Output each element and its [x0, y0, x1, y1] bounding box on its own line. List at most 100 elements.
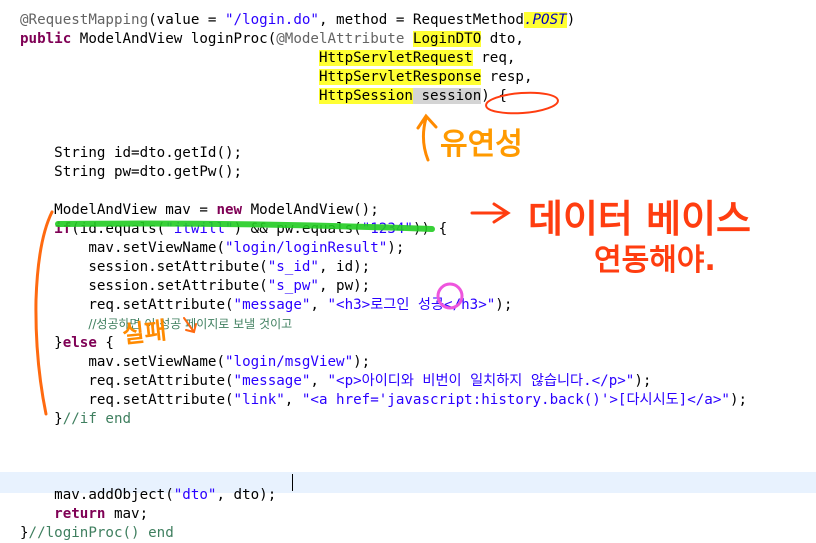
code-token: mav.setViewName( [20, 240, 225, 256]
text-cursor [292, 474, 293, 491]
code-line[interactable]: session.setAttribute("s_id", id); [20, 258, 370, 277]
code-token: "link" [233, 392, 285, 408]
code-token: "<h3>로그인 성공</h3>" [327, 297, 496, 313]
code-token: mav; [105, 506, 149, 522]
code-line[interactable]: if(id.equals("itwill") && pw.equals("123… [20, 220, 447, 239]
code-token: "message" [233, 297, 311, 313]
code-token: ) [566, 12, 576, 28]
code-token: , method = RequestMethod [318, 12, 524, 28]
code-token: , [310, 297, 328, 313]
code-token: } [20, 525, 29, 541]
code-token: } [20, 335, 63, 351]
code-line[interactable]: req.setAttribute("message", "<p>아이디와 비번이… [20, 372, 651, 391]
code-token: session.setAttribute( [20, 259, 268, 275]
code-token: dto, [481, 31, 524, 47]
code-token: //성공하면 이 성공 페이지로 보낼 것이고 [88, 317, 293, 331]
code-token: , [310, 373, 328, 389]
code-token: "s_pw" [267, 278, 319, 294]
code-token: , dto); [216, 487, 277, 503]
code-line[interactable]: mav.setViewName("login/loginResult"); [20, 239, 404, 258]
code-token: (id.equals( [71, 221, 166, 237]
code-token: ); [495, 297, 513, 313]
code-token: ); [729, 392, 748, 408]
code-line[interactable]: ModelAndView mav = new ModelAndView(); [20, 201, 379, 220]
code-token: mav.setViewName( [20, 354, 225, 370]
code-token: else [62, 335, 97, 351]
code-line[interactable]: //성공하면 이 성공 페이지로 보낼 것이고 [20, 315, 292, 334]
code-token: ) { [481, 88, 507, 104]
code-token: ); [387, 240, 405, 256]
code-token: ) && pw.equals( [233, 221, 362, 237]
code-line[interactable]: HttpSession session) { [20, 87, 507, 106]
code-line[interactable]: public ModelAndView loginProc(@ModelAttr… [20, 30, 524, 49]
code-token: public [20, 31, 72, 47]
code-token: } [20, 411, 63, 427]
code-token: )) { [412, 221, 448, 237]
code-token: req, [472, 50, 516, 66]
code-token: new [216, 202, 243, 218]
code-token: //if end [62, 411, 132, 427]
code-line[interactable]: }//loginProc() end [20, 524, 174, 543]
code-token: if [54, 221, 72, 237]
code-line[interactable]: mav.setViewName("login/msgView"); [20, 353, 370, 372]
code-token: "/login.do" [225, 12, 319, 28]
code-token: String id=dto.getId(); [20, 145, 243, 161]
code-token: , pw); [318, 278, 371, 294]
code-token: HttpServletResponse [318, 69, 482, 85]
code-token: ModelAndView mav = [20, 202, 217, 218]
code-line[interactable]: HttpServletRequest req, [20, 49, 515, 68]
code-token: @ModelAttribute [276, 31, 405, 47]
code-line[interactable]: session.setAttribute("s_pw", pw); [20, 277, 370, 296]
code-line[interactable]: String id=dto.getId(); [20, 144, 242, 163]
code-token: { [96, 335, 114, 351]
code-token: , [284, 392, 302, 408]
code-editor[interactable]: @RequestMapping(value = "/login.do", met… [0, 0, 816, 541]
code-line[interactable]: }//if end [20, 410, 131, 429]
code-token: req.setAttribute( [20, 392, 234, 408]
code-token: LoginDTO [412, 31, 482, 47]
code-token: (value = [148, 12, 225, 28]
code-token: "itwill" [165, 221, 234, 237]
code-line[interactable]: mav.addObject("dto", dto); [20, 486, 276, 505]
code-token: "login/msgView" [225, 354, 354, 370]
code-line[interactable]: }else { [20, 334, 114, 353]
code-token: HttpServletRequest [318, 50, 473, 66]
code-token: "<p>아이디와 비번이 일치하지 않습니다.</p>" [327, 373, 635, 389]
code-token: return [54, 506, 106, 522]
code-token: "1234" [361, 221, 413, 237]
code-token: session [412, 88, 482, 104]
code-token: req.setAttribute( [20, 297, 234, 313]
code-line[interactable]: String pw=dto.getPw(); [20, 163, 242, 182]
code-token: "dto" [173, 487, 217, 503]
code-token: req.setAttribute( [20, 373, 234, 389]
code-line[interactable]: req.setAttribute("message", "<h3>로그인 성공<… [20, 296, 512, 315]
code-line[interactable]: @RequestMapping(value = "/login.do", met… [20, 11, 575, 30]
code-token: HttpSession [318, 88, 413, 104]
code-token: @RequestMapping [20, 12, 149, 28]
code-token: ModelAndView(); [242, 202, 379, 218]
code-token: .POST [523, 12, 567, 28]
code-line[interactable]: req.setAttribute("link", "<a href='javas… [20, 391, 747, 410]
code-token: ); [634, 373, 652, 389]
code-token: mav.addObject( [20, 487, 174, 503]
code-token: "<a href='javascript:history.back()'>[다시… [301, 392, 730, 408]
code-token: resp, [481, 69, 533, 85]
code-line[interactable]: HttpServletResponse resp, [20, 68, 533, 87]
code-token: "login/loginResult" [225, 240, 388, 256]
code-token: , id); [318, 259, 371, 275]
code-token: ); [353, 354, 371, 370]
code-token: session.setAttribute( [20, 278, 268, 294]
code-token: "s_id" [267, 259, 319, 275]
code-token: "message" [233, 373, 311, 389]
code-token: //loginProc() end [28, 525, 174, 541]
code-token: ModelAndView loginProc( [71, 31, 277, 47]
code-token: String pw=dto.getPw(); [20, 164, 243, 180]
code-line[interactable]: return mav; [20, 505, 148, 524]
